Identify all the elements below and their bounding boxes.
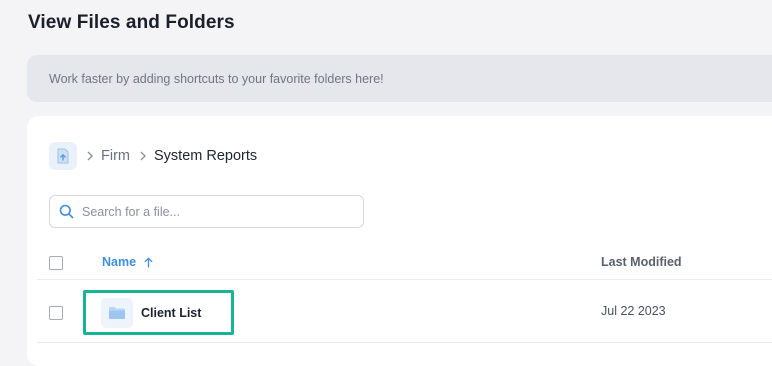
folder-icon [109, 306, 125, 319]
folder-up-button[interactable] [49, 142, 77, 170]
column-header-name[interactable]: Name [102, 255, 153, 269]
file-row-client-list[interactable]: Client List [83, 290, 234, 335]
header-divider [37, 279, 772, 280]
folder-up-icon [57, 148, 69, 164]
row-checkbox[interactable] [49, 306, 63, 320]
shortcuts-banner: Work faster by adding shortcuts to your … [27, 55, 772, 102]
row-divider [37, 342, 772, 343]
page-title: View Files and Folders [28, 12, 235, 33]
column-header-last-modified[interactable]: Last Modified [601, 255, 682, 269]
breadcrumb-item-firm[interactable]: Firm [101, 148, 130, 164]
search-icon [59, 204, 74, 219]
shortcuts-message: Work faster by adding shortcuts to your … [49, 71, 384, 86]
breadcrumb: Firm System Reports [49, 141, 257, 171]
column-header-name-label: Name [102, 255, 137, 269]
chevron-right-icon [86, 151, 94, 161]
file-browser-panel: Firm System Reports Name Last Modified [27, 116, 772, 366]
folder-icon-tile [101, 297, 133, 328]
file-last-modified: Jul 22 2023 [601, 304, 666, 318]
breadcrumb-item-system-reports: System Reports [154, 148, 258, 164]
file-name: Client List [141, 305, 202, 320]
arrow-up-icon [144, 257, 153, 268]
search-box[interactable] [49, 195, 364, 228]
chevron-right-icon [139, 151, 147, 161]
search-input[interactable] [80, 203, 354, 220]
select-all-checkbox[interactable] [49, 256, 63, 270]
